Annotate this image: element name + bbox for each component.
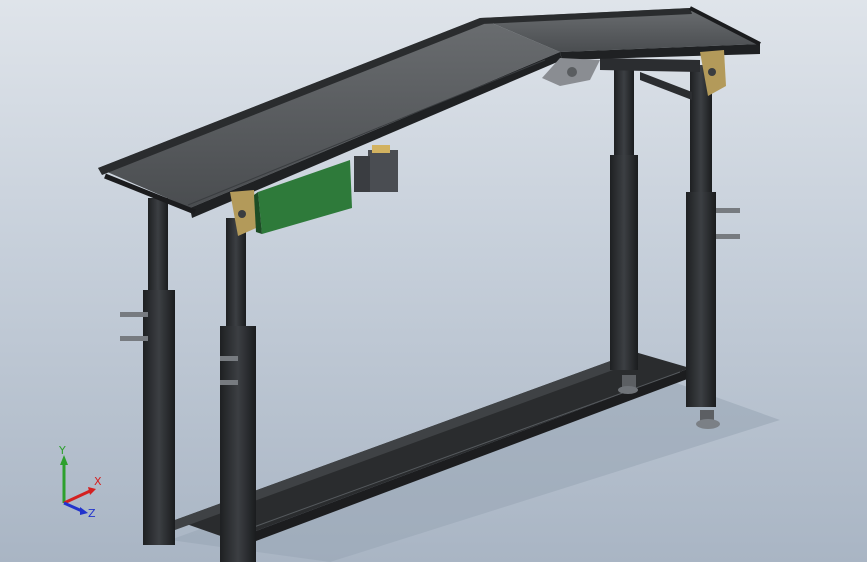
leg-front-right <box>686 65 740 429</box>
axis-triad: Y X Z <box>58 445 102 520</box>
x-axis-arrow <box>88 487 96 495</box>
z-axis-label: Z <box>88 507 96 520</box>
conveyor-model[interactable] <box>0 0 867 562</box>
x-axis-label: X <box>94 475 102 488</box>
leg-back-left <box>120 198 175 545</box>
leg-back-right <box>610 65 638 394</box>
y-axis-label: Y <box>58 445 66 457</box>
z-axis-arrow <box>80 507 88 515</box>
leg-front-left <box>220 218 256 562</box>
cad-viewport[interactable]: Y X Z <box>0 0 867 562</box>
z-axis-line <box>63 501 83 513</box>
motor-box <box>354 145 398 192</box>
x-axis-line <box>63 489 91 505</box>
